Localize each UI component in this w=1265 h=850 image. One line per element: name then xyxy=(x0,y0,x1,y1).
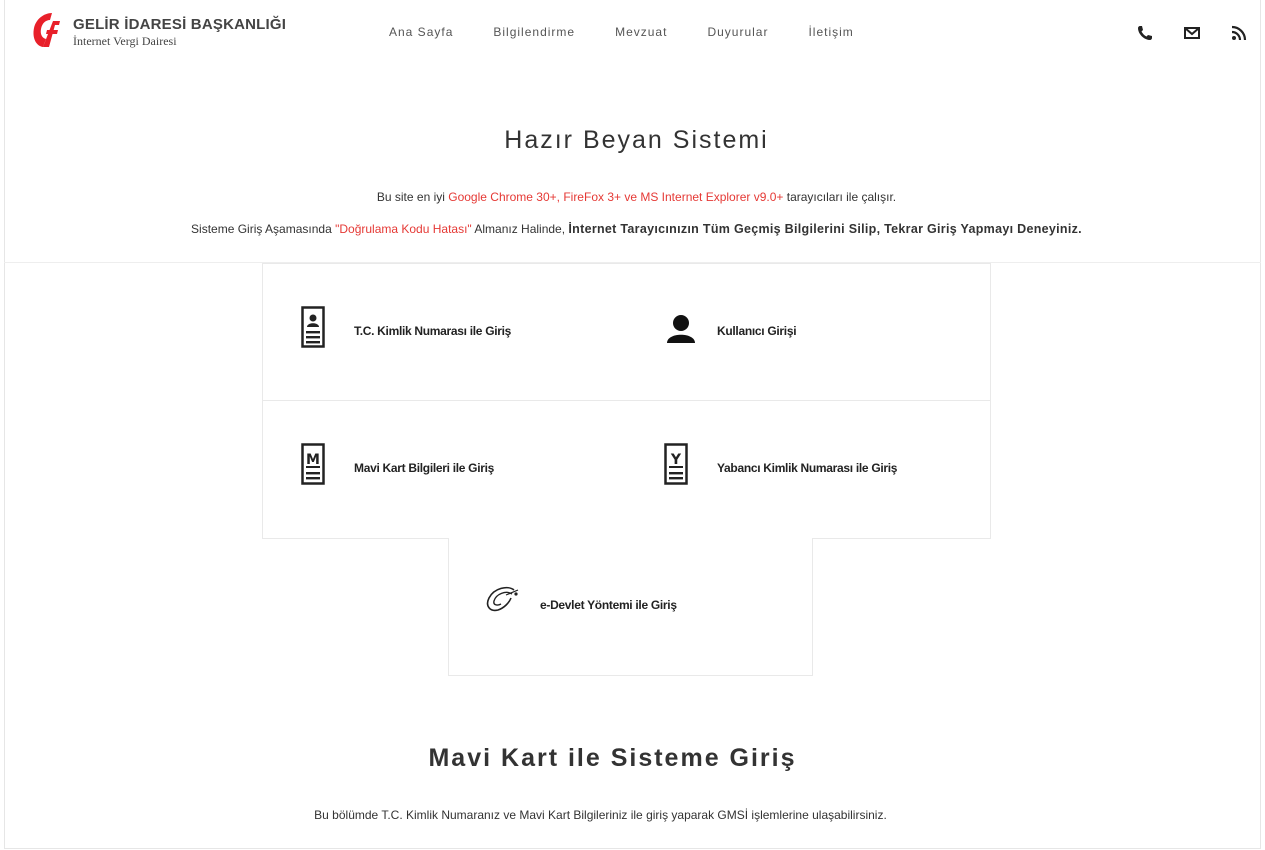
login-e-devlet-label: e-Devlet Yöntemi ile Giriş xyxy=(540,598,677,612)
header-icons xyxy=(1136,24,1248,42)
page-title: Hazır Beyan Sistemi xyxy=(504,126,769,154)
nav-duyurular[interactable]: Duyurular xyxy=(707,25,768,39)
mail-icon[interactable] xyxy=(1183,24,1201,42)
browser-list: Google Chrome 30+, FireFox 3+ ve MS Inte… xyxy=(448,190,784,204)
yabanci-kimlik-icon: Y xyxy=(664,443,688,485)
login-tc-kimlik-label: T.C. Kimlik Numarası ile Giriş xyxy=(354,324,512,338)
phone-icon[interactable] xyxy=(1136,24,1154,42)
browser-info: Bu site en iyi Google Chrome 30+, FireFo… xyxy=(376,190,897,204)
login-kullanici-label: Kullanıcı Girişi xyxy=(717,324,797,338)
login-mavi-kart[interactable]: M Mavi Kart Bilgileri ile Giriş xyxy=(262,401,627,539)
login-yabanci-kimlik[interactable]: Y Yabancı Kimlik Numarası ile Giriş xyxy=(626,401,991,539)
nav-ana-sayfa[interactable]: Ana Sayfa xyxy=(389,25,453,39)
rss-icon[interactable] xyxy=(1230,24,1248,42)
brand-title: GELİR İDARESİ BAŞKANLIĞI xyxy=(73,16,287,33)
nav-bilgilendirme[interactable]: Bilgilendirme xyxy=(493,25,575,39)
nav-iletisim[interactable]: İletişim xyxy=(808,25,853,39)
section-title: Mavi Kart ile Sisteme Giriş xyxy=(428,744,797,772)
user-icon xyxy=(667,315,695,343)
section-description: Bu bölümde T.C. Kimlik Numaranız ve Mavi… xyxy=(314,808,887,822)
gib-logo-icon[interactable] xyxy=(30,12,62,48)
header: GELİR İDARESİ BAŞKANLIĞI İnternet Vergi … xyxy=(0,0,1265,66)
login-e-devlet[interactable]: e-Devlet Yöntemi ile Giriş xyxy=(448,538,813,676)
e-devlet-icon xyxy=(486,586,519,612)
captcha-info: Sisteme Giriş Aşamasında "Doğrulama Kodu… xyxy=(191,222,1082,236)
main-nav: Ana Sayfa Bilgilendirme Mevzuat Duyurula… xyxy=(389,25,894,39)
login-yabanci-kimlik-label: Yabancı Kimlik Numarası ile Giriş xyxy=(717,461,898,475)
svg-text:Y: Y xyxy=(670,452,682,468)
captcha-advice: İnternet Tarayıcınızın Tüm Geçmiş Bilgil… xyxy=(568,222,1082,236)
nav-mevzuat[interactable]: Mevzuat xyxy=(615,25,667,39)
mavi-kart-icon: M xyxy=(301,443,325,485)
captcha-error-text: "Doğrulama Kodu Hatası" xyxy=(335,222,472,236)
brand-subtitle: İnternet Vergi Dairesi xyxy=(73,34,177,48)
id-card-icon xyxy=(301,306,325,348)
login-mavi-kart-label: Mavi Kart Bilgileri ile Giriş xyxy=(354,461,495,475)
login-kullanici[interactable]: Kullanıcı Girişi xyxy=(626,263,991,401)
svg-text:M: M xyxy=(306,452,320,468)
login-tc-kimlik[interactable]: T.C. Kimlik Numarası ile Giriş xyxy=(262,263,627,401)
